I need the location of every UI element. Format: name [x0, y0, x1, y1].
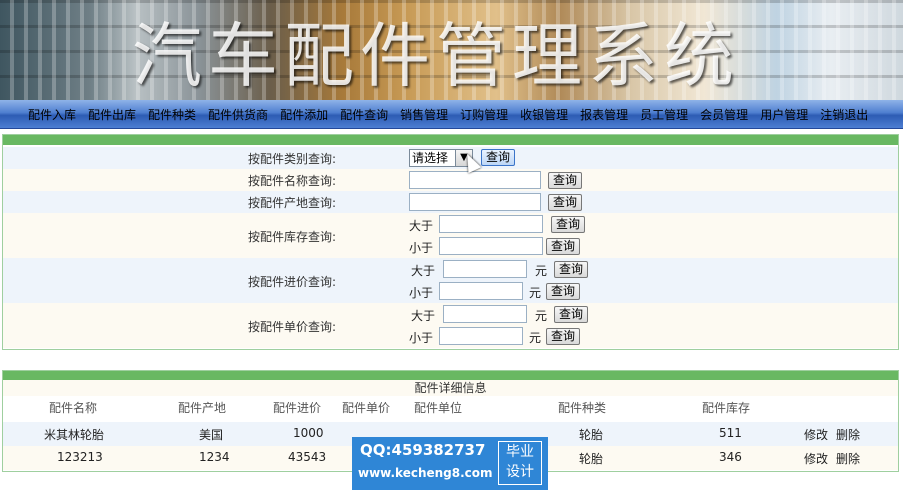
delete-link[interactable]: 删除 — [836, 450, 860, 467]
nav-item-parts-outbound[interactable]: 配件出库 — [88, 106, 136, 123]
nav-item-cashier[interactable]: 收银管理 — [520, 106, 568, 123]
column-header-purchase: 配件进价 — [273, 401, 322, 415]
name-query-button[interactable]: 查询 — [548, 172, 583, 189]
cell-stock: 511 — [719, 426, 742, 440]
detail-title: 配件详细信息 — [3, 380, 898, 396]
cell-category: 轮胎 — [579, 428, 604, 442]
unit-price-max-yuan: 元 — [529, 331, 542, 345]
purchase-max-query-button[interactable]: 查询 — [546, 283, 581, 300]
unit-price-min-query-button[interactable]: 查询 — [554, 306, 589, 323]
name-input[interactable] — [409, 171, 541, 189]
category-label: 按配件类别查询: — [248, 152, 337, 166]
unit-price-min-yuan: 元 — [535, 309, 548, 323]
cell-purchase: 1000 — [293, 426, 324, 440]
cell-origin: 1234 — [199, 450, 230, 464]
purchase-less-label: 小于 — [409, 286, 434, 300]
nav-item-parts-supplier[interactable]: 配件供货商 — [208, 106, 268, 123]
unit-price-greater-label: 大于 — [411, 309, 436, 323]
category-query-button[interactable]: 查询 — [481, 149, 516, 166]
edit-link[interactable]: 修改 — [804, 450, 828, 467]
purchase-min-input[interactable] — [443, 260, 527, 278]
stock-max-input[interactable] — [439, 237, 543, 255]
name-label: 按配件名称查询: — [248, 174, 337, 188]
main-nav: 配件入库 配件出库 配件种类 配件供货商 配件添加 配件查询 销售管理 订购管理… — [0, 100, 903, 129]
unit-price-min-input[interactable] — [443, 305, 527, 323]
nav-item-parts-inbound[interactable]: 配件入库 — [28, 106, 76, 123]
nav-item-sales[interactable]: 销售管理 — [400, 106, 448, 123]
purchase-greater-label: 大于 — [411, 264, 436, 278]
column-header-category: 配件种类 — [558, 401, 607, 415]
cell-name: 123213 — [57, 450, 103, 464]
name-row: 按配件名称查询: 查询 — [3, 169, 898, 191]
search-panel: 按配件类别查询: 请选择 ▼ 查询 按配件名称查询: 查询 按配件产地查询: 查… — [2, 134, 899, 350]
watermark-logo-line2: 设计 — [506, 464, 534, 480]
category-select-value: 请选择 — [412, 151, 449, 165]
detail-header-bar — [3, 371, 898, 380]
category-row: 按配件类别查询: 请选择 ▼ 查询 — [3, 147, 898, 169]
edit-link[interactable]: 修改 — [804, 426, 828, 443]
watermark-overlay: QQ:459382737 www.kecheng8.com 毕业 设计 — [352, 437, 548, 490]
nav-item-parts-category[interactable]: 配件种类 — [148, 106, 196, 123]
origin-label: 按配件产地查询: — [248, 196, 337, 210]
stock-min-query-button[interactable]: 查询 — [551, 216, 586, 233]
nav-item-parts-add[interactable]: 配件添加 — [280, 106, 328, 123]
purchase-min-yuan: 元 — [535, 264, 548, 278]
stock-less-label: 小于 — [409, 241, 434, 255]
stock-row: 按配件库存查询: 大于 查询 小于 查询 — [3, 213, 898, 258]
stock-min-input[interactable] — [439, 215, 543, 233]
cell-origin: 美国 — [199, 428, 224, 442]
purchase-max-yuan: 元 — [529, 286, 542, 300]
stock-max-query-button[interactable]: 查询 — [546, 238, 581, 255]
nav-item-reports[interactable]: 报表管理 — [580, 106, 628, 123]
purchase-min-query-button[interactable]: 查询 — [554, 261, 589, 278]
purchase-max-input[interactable] — [439, 282, 523, 300]
banner: 汽车配件管理系统 — [0, 0, 903, 100]
watermark-logo: 毕业 设计 — [498, 441, 542, 485]
nav-item-users[interactable]: 用户管理 — [760, 106, 808, 123]
stock-label: 按配件库存查询: — [248, 230, 337, 244]
column-header-name: 配件名称 — [49, 401, 98, 415]
nav-item-orders[interactable]: 订购管理 — [460, 106, 508, 123]
column-header-origin: 配件产地 — [178, 401, 227, 415]
column-header-unit: 配件单位 — [414, 401, 463, 415]
unit-price-max-query-button[interactable]: 查询 — [546, 328, 581, 345]
stock-greater-label: 大于 — [409, 219, 434, 233]
unit-price-label: 按配件单价查询: — [248, 320, 337, 334]
unit-price-less-label: 小于 — [409, 331, 434, 345]
panel-header-bar — [3, 135, 898, 145]
nav-item-parts-query[interactable]: 配件查询 — [340, 106, 388, 123]
delete-link[interactable]: 删除 — [836, 426, 860, 443]
nav-item-logout[interactable]: 注销退出 — [820, 106, 868, 123]
origin-row: 按配件产地查询: 查询 — [3, 191, 898, 213]
column-header-stock: 配件库存 — [702, 401, 751, 415]
unit-price-max-input[interactable] — [439, 327, 523, 345]
banner-title: 汽车配件管理系统 — [132, 15, 740, 97]
cell-category: 轮胎 — [579, 452, 604, 466]
column-header-unit-price: 配件单价 — [342, 401, 391, 415]
watermark-url: www.kecheng8.com — [358, 466, 493, 480]
purchase-row: 按配件进价查询: 大于 元 查询 小于 元 查询 — [3, 258, 898, 303]
cell-purchase: 43543 — [288, 450, 327, 464]
cell-name: 米其林轮胎 — [44, 428, 105, 442]
cell-stock: 346 — [719, 450, 742, 464]
watermark-qq: QQ:459382737 — [360, 441, 486, 459]
origin-query-button[interactable]: 查询 — [548, 194, 583, 211]
purchase-label: 按配件进价查询: — [248, 275, 337, 289]
nav-item-members[interactable]: 会员管理 — [700, 106, 748, 123]
watermark-logo-line1: 毕业 — [506, 444, 534, 460]
origin-input[interactable] — [409, 193, 541, 211]
nav-item-staff[interactable]: 员工管理 — [640, 106, 688, 123]
unit-price-row: 按配件单价查询: 大于 元 查询 小于 元 查询 — [3, 303, 898, 348]
